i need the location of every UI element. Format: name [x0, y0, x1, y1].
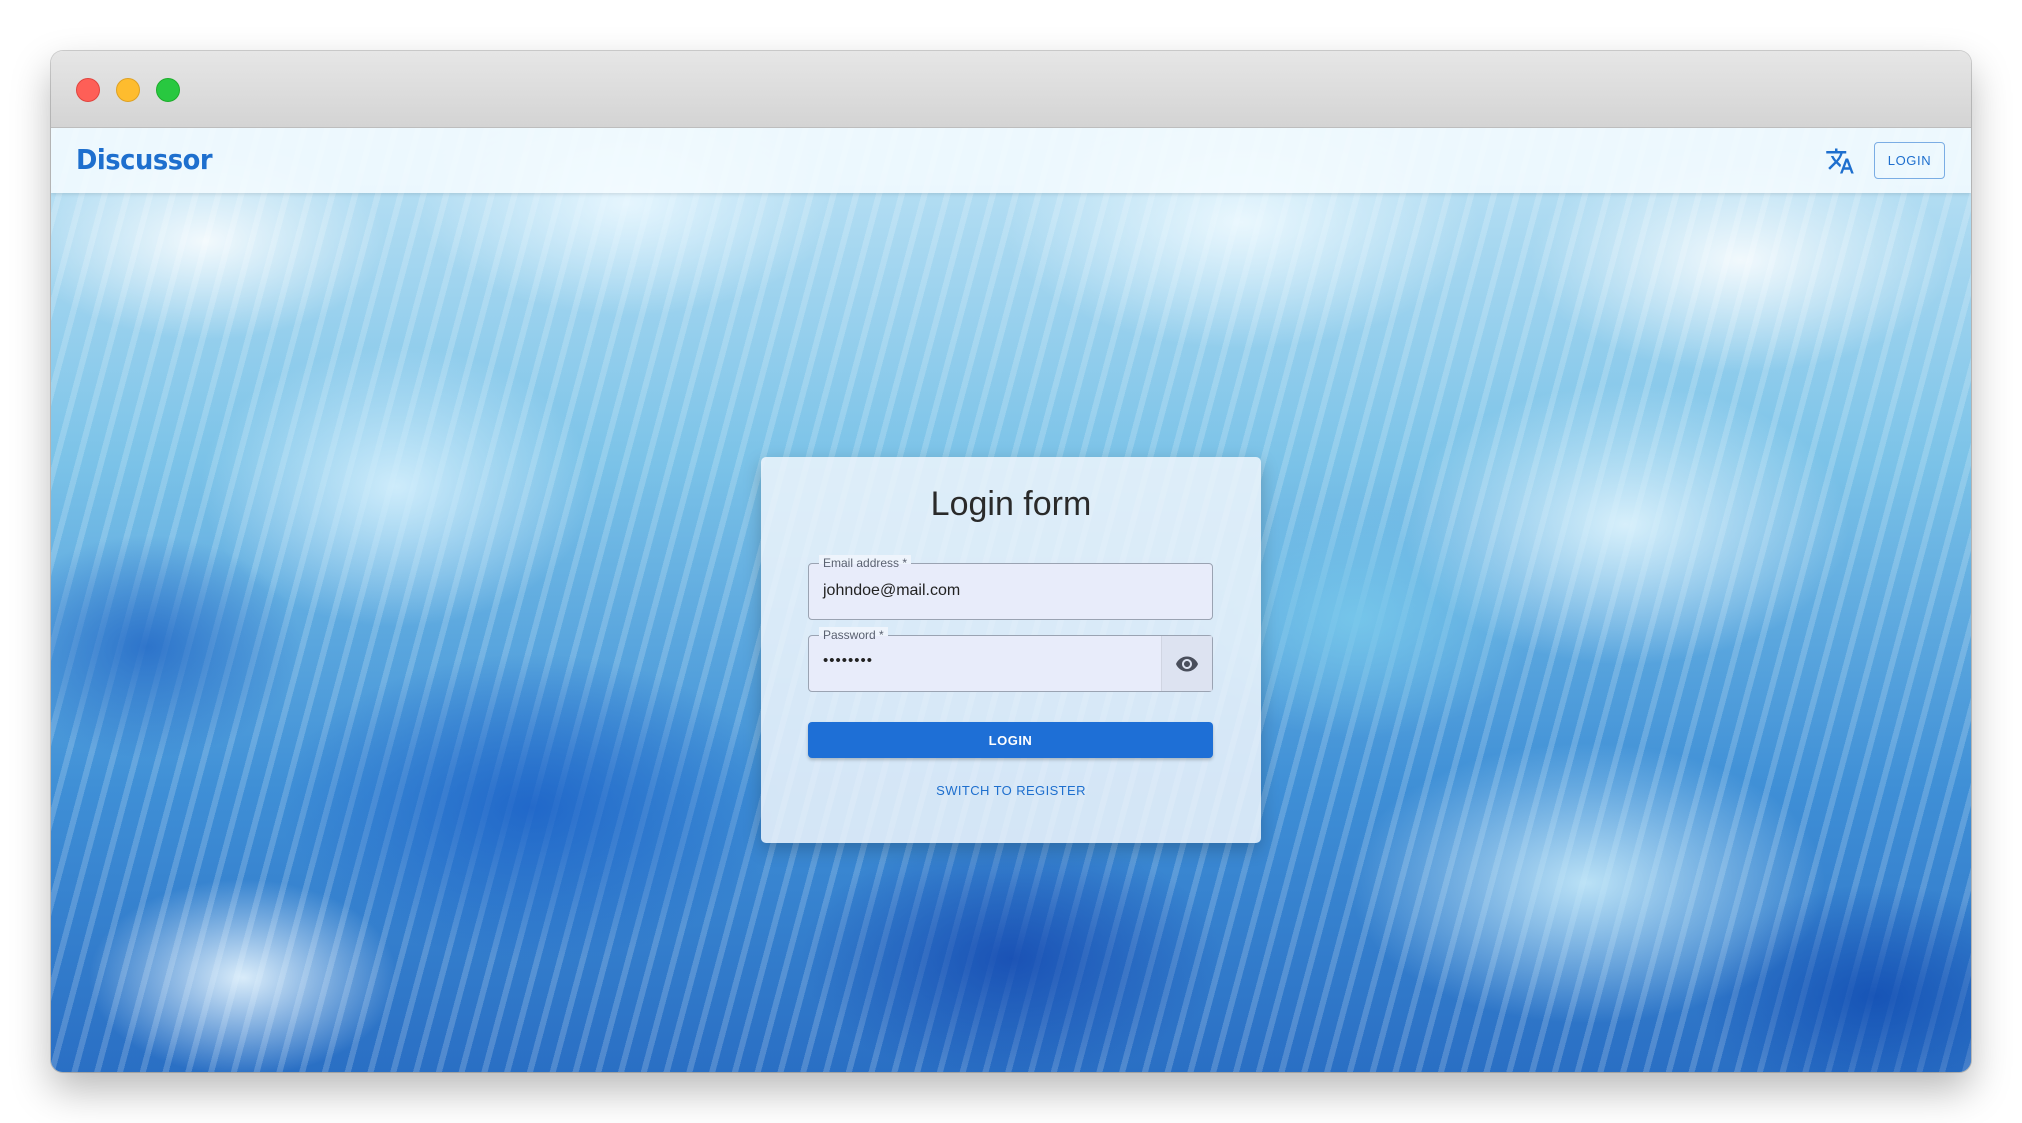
email-field-label: Email address * [819, 555, 912, 571]
translate-icon[interactable] [1825, 146, 1855, 176]
email-input[interactable]: johndoe@mail.com [823, 582, 960, 600]
password-field-label: Password * [819, 627, 888, 643]
window-maximize-button[interactable] [156, 78, 180, 102]
switch-to-register-link[interactable]: SWITCH TO REGISTER [761, 783, 1261, 798]
page-background: Discussor LOGIN Login form Email address… [51, 128, 1971, 1072]
login-submit-button[interactable]: LOGIN [808, 722, 1213, 758]
browser-window: Discussor LOGIN Login form Email address… [51, 51, 1971, 1072]
window-titlebar [51, 51, 1971, 128]
login-card: Login form Email address * johndoe@mail.… [761, 457, 1261, 843]
window-minimize-button[interactable] [116, 78, 140, 102]
eye-icon [1176, 656, 1198, 671]
email-field[interactable]: Email address * johndoe@mail.com [808, 555, 1213, 620]
show-password-button[interactable] [1161, 636, 1212, 691]
password-input[interactable]: •••••••• [823, 652, 873, 669]
brand-logo[interactable]: Discussor [76, 143, 213, 176]
window-close-button[interactable] [76, 78, 100, 102]
app-bar: Discussor LOGIN [51, 128, 1971, 193]
login-form-title: Login form [930, 485, 1092, 523]
password-field[interactable]: Password * •••••••• [808, 627, 1213, 692]
header-login-button[interactable]: LOGIN [1874, 142, 1945, 179]
